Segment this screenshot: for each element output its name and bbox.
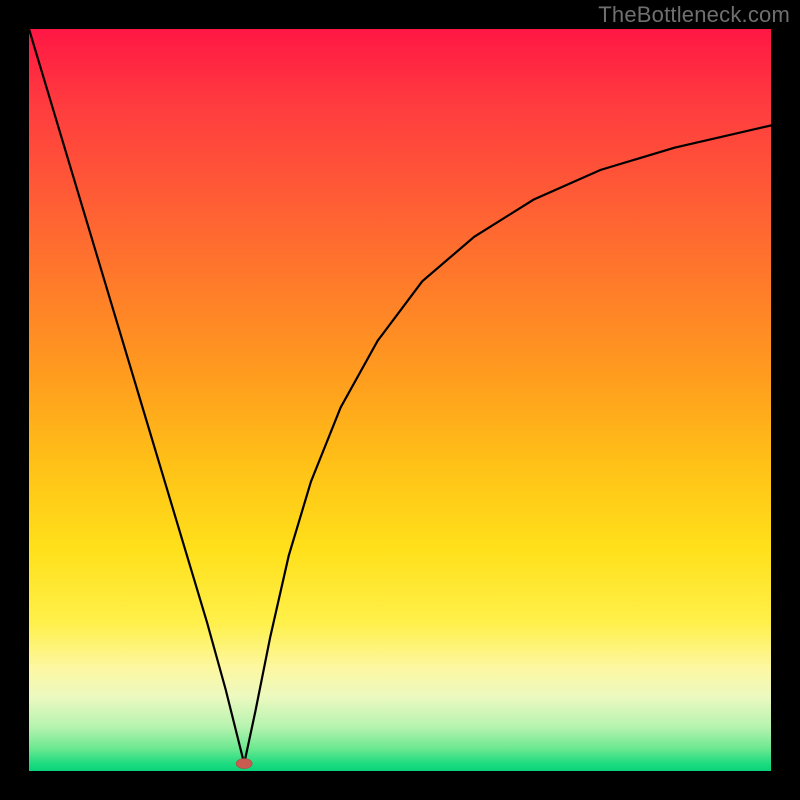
min-marker	[236, 759, 252, 769]
chart-svg	[29, 29, 771, 771]
chart-plot-area	[29, 29, 771, 771]
attribution-text: TheBottleneck.com	[598, 2, 790, 28]
curve-left	[29, 29, 244, 764]
curve-right	[244, 125, 771, 763]
